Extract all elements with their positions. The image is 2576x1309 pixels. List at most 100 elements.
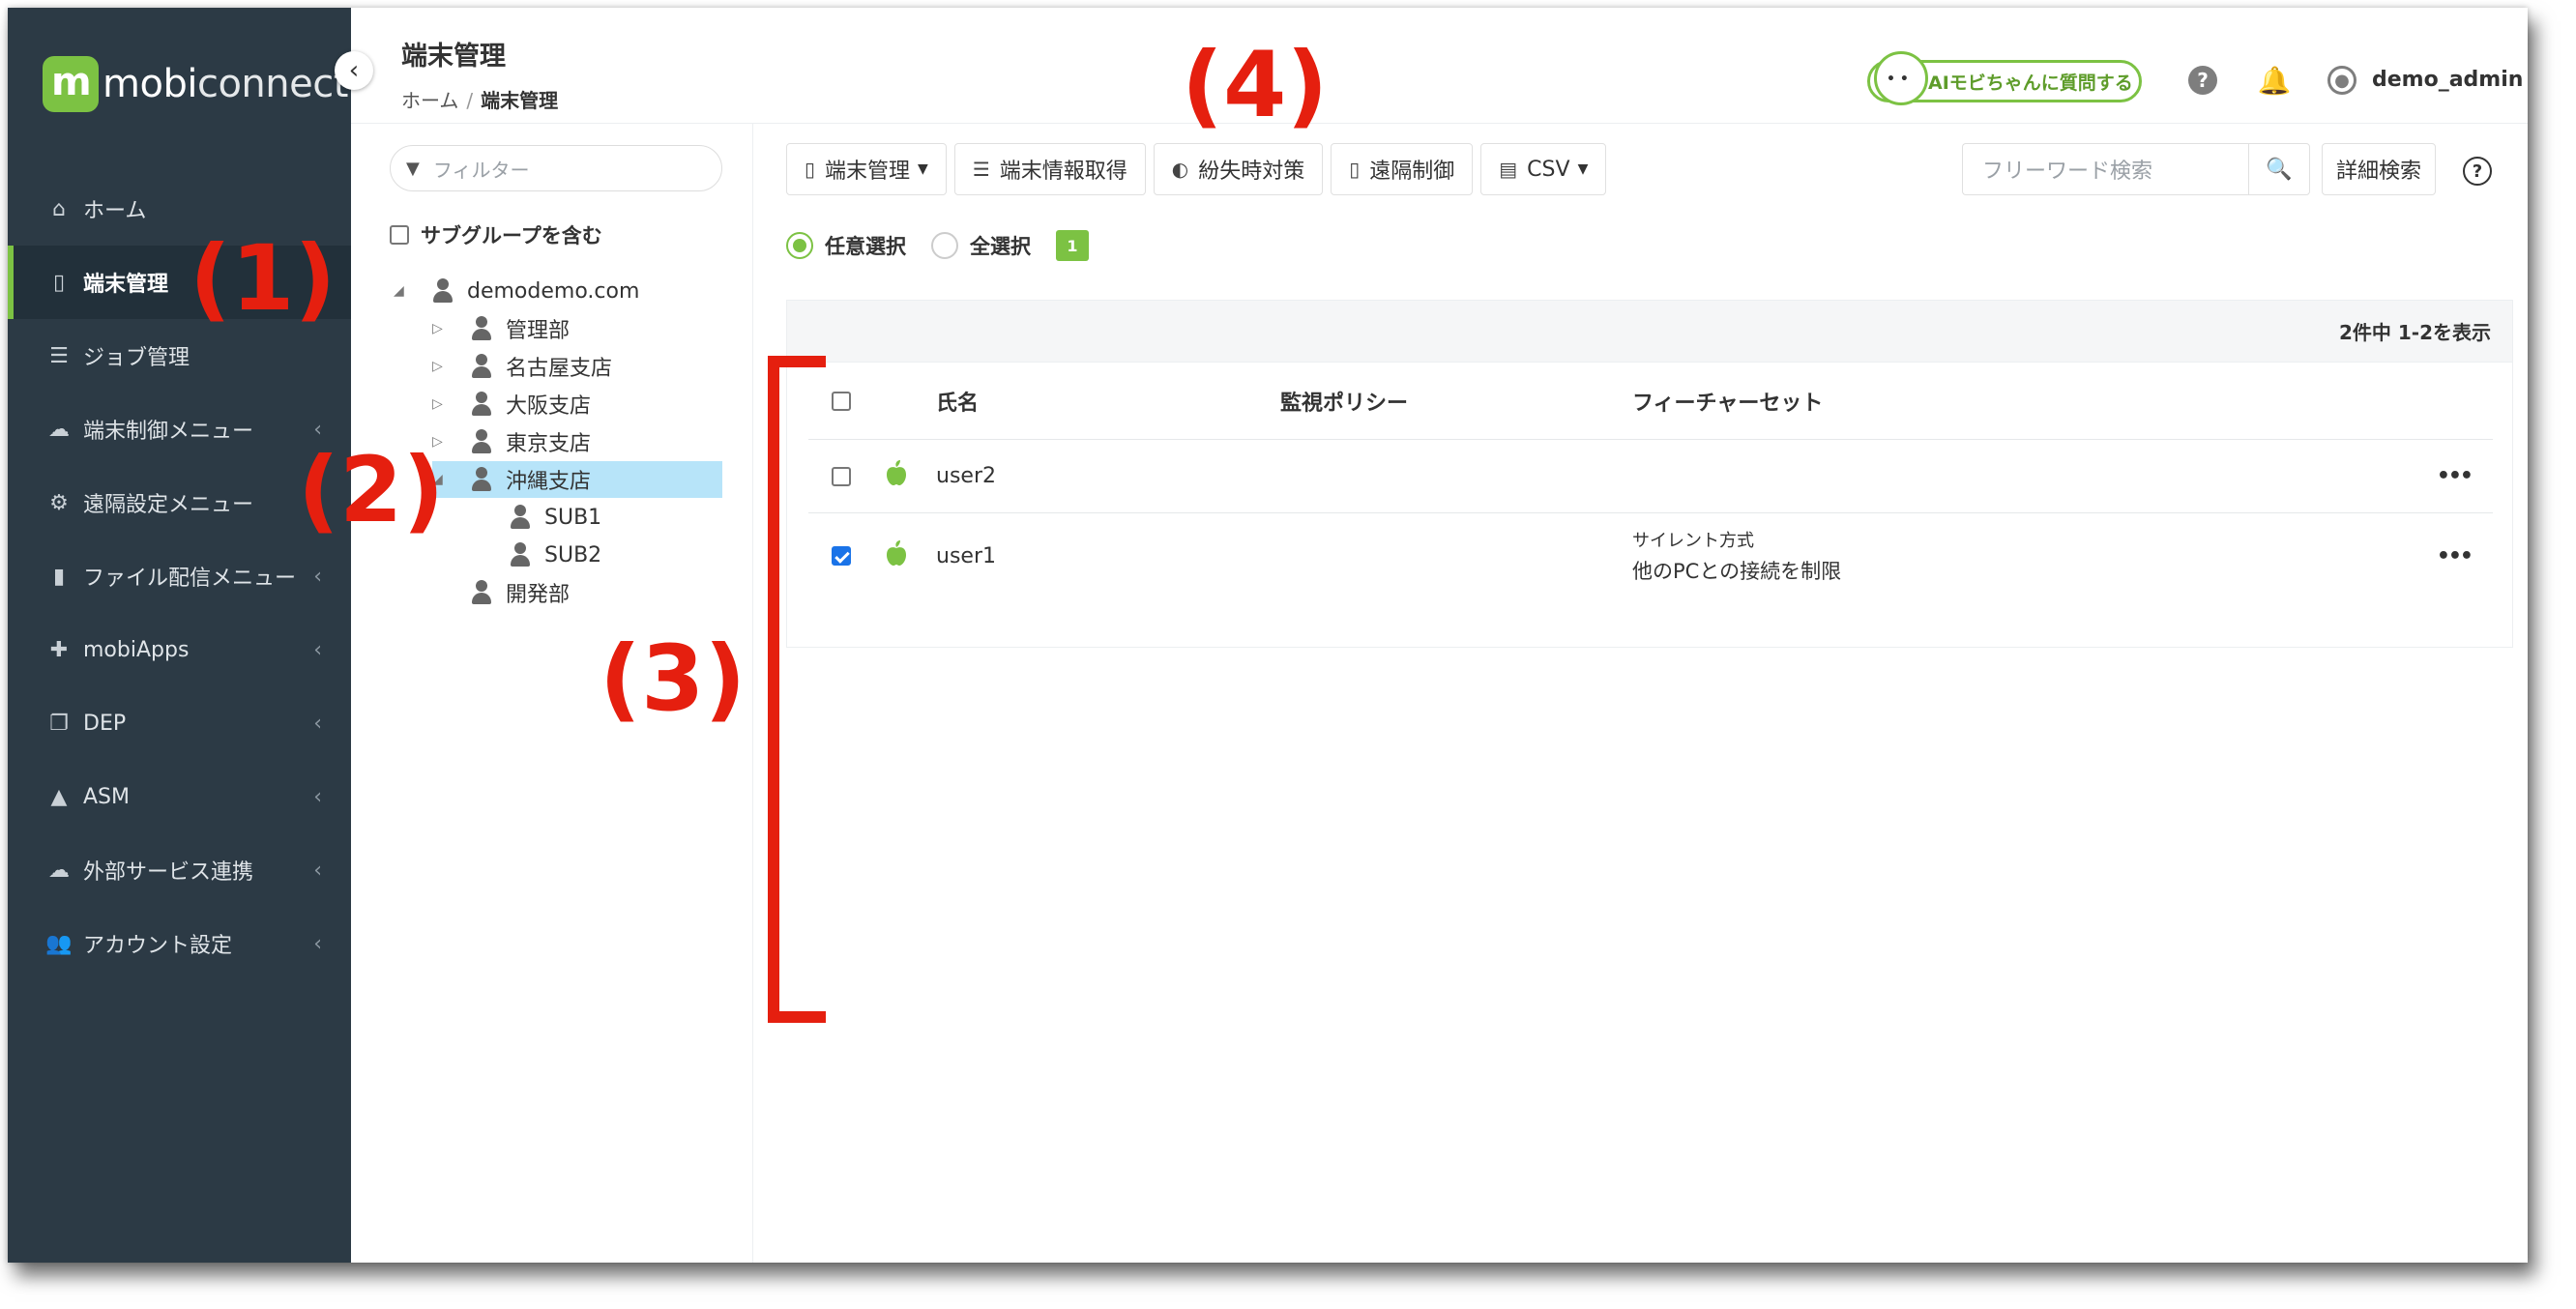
toolbar: ▯ 端末管理 ▼ ☰ 端末情報取得 ◐ 紛失時対策 ▯ 遠隔制御 ▤ CSV ▼ [786, 143, 1614, 195]
apple-icon [886, 539, 907, 572]
mobile-icon: ▯ [1349, 158, 1361, 181]
home-icon: ⌂ [52, 196, 66, 221]
tree-node[interactable]: SUB1 [471, 499, 601, 536]
tree-node-label: 開発部 [506, 583, 571, 607]
sidebar-item-label: ジョブ管理 [83, 346, 190, 370]
cloud-icon: ☁ [48, 858, 70, 883]
tree-node[interactable]: 開発部 [432, 574, 570, 611]
search-icon: 🔍 [2266, 157, 2293, 182]
column-header-feature-set[interactable]: フィーチャーセット [1632, 386, 1823, 417]
sidebar-item-dep[interactable]: ❐ DEP ‹ [8, 686, 351, 760]
sidebar-collapse-button[interactable]: ‹ [335, 51, 373, 90]
tree-node-label: SUB1 [544, 505, 602, 530]
sidebar-item-asm[interactable]: ▲ ASM ‹ [8, 760, 351, 833]
table-row[interactable]: user1 サイレント方式 他のPCとの接続を制限 ••• [808, 513, 2493, 598]
ai-assistant-label: AIモビちゃんに質問する [1928, 72, 2133, 94]
device-management-dropdown[interactable]: ▯ 端末管理 ▼ [786, 143, 947, 195]
person-icon [432, 278, 454, 304]
select-all-radio[interactable] [931, 232, 958, 259]
freeword-search-input[interactable]: フリーワード検索 [1962, 143, 2248, 195]
button-label: CSV [1527, 157, 1570, 182]
selection-mode: 任意選択 全選択 1 [786, 230, 1089, 261]
app-window: mobiconnect ⌂ ホーム ▯ 端末管理 ☰ ジョブ管理 ☁ 端末制御メ… [8, 8, 2528, 1263]
sidebar-item-file-distribution-menu[interactable]: ▮ ファイル配信メニュー ‹ [8, 539, 351, 613]
list-summary: 2件中 1-2を表示 [787, 301, 2512, 363]
chevron-left-icon: ‹ [313, 637, 322, 662]
arbitrary-select-radio[interactable] [786, 232, 813, 259]
checkbox[interactable] [390, 225, 409, 245]
device-list-panel: 2件中 1-2を表示 氏名 監視ポリシー フィーチャーセット user2 ••• [786, 300, 2513, 648]
tree-node[interactable]: ▷ 大阪支店 [432, 386, 591, 422]
sidebar-item-external-services[interactable]: ☁ 外部サービス連携 ‹ [8, 833, 351, 907]
get-device-info-button[interactable]: ☰ 端末情報取得 [953, 143, 1146, 195]
include-subgroups-checkbox[interactable]: サブグループを含む [390, 220, 602, 249]
device-user-name[interactable]: user2 [936, 464, 996, 488]
device-user-name[interactable]: user1 [936, 544, 996, 568]
server-icon: ☰ [49, 343, 69, 368]
tree-node[interactable]: ▷ 名古屋支店 [432, 348, 612, 385]
tree-node[interactable]: ▷ 東京支店 [432, 423, 591, 460]
breadcrumb-separator: / [466, 89, 474, 112]
tree-collapsed-icon[interactable]: ▷ [432, 359, 450, 374]
csv-dropdown[interactable]: ▤ CSV ▼ [1480, 143, 1607, 195]
annotation-2: (2) [298, 438, 445, 543]
sidebar-item-mobiapps[interactable]: ✚ mobiApps ‹ [8, 613, 351, 686]
main-content: ▯ 端末管理 ▼ ☰ 端末情報取得 ◐ 紛失時対策 ▯ 遠隔制御 ▤ CSV ▼ [753, 124, 2528, 1263]
column-header-name[interactable]: 氏名 [936, 386, 979, 417]
advanced-search-button[interactable]: 詳細検索 [2322, 143, 2436, 195]
header: 端末管理 ホーム / 端末管理 AIモビちゃんに質問する ? 🔔 ● demo_ad… [351, 8, 2528, 124]
tree-node[interactable]: SUB2 [471, 537, 601, 573]
sidebar-item-label: DEP [83, 711, 127, 736]
table-header-row: 氏名 監視ポリシー フィーチャーセット [808, 363, 2493, 440]
sidebar-item-account-settings[interactable]: 👥 アカウント設定 ‹ [8, 907, 351, 980]
select-all-checkbox[interactable] [832, 391, 851, 411]
person-icon [471, 392, 492, 417]
mobile-icon: ▯ [805, 158, 816, 181]
button-label: 紛失時対策 [1198, 160, 1305, 184]
csv-file-icon: ▤ [1499, 158, 1518, 181]
search-button[interactable]: 🔍 [2248, 143, 2310, 195]
mascot-icon [1874, 51, 1928, 105]
annotation-1: (1) [190, 226, 337, 332]
breadcrumb-home-link[interactable]: ホーム [401, 89, 458, 112]
tree-node-selected[interactable]: ◢ 沖縄支店 [432, 461, 722, 498]
help-icon[interactable]: ? [2188, 66, 2217, 95]
help-icon[interactable]: ? [2463, 157, 2492, 186]
tree-expanded-icon[interactable]: ◢ [394, 283, 411, 299]
loss-measures-button[interactable]: ◐ 紛失時対策 [1153, 143, 1324, 195]
shield-icon: ◐ [1171, 158, 1189, 181]
remote-control-button[interactable]: ▯ 遠隔制御 [1331, 143, 1474, 195]
tree-node[interactable]: ▷ 管理部 [432, 310, 570, 347]
column-header-policy[interactable]: 監視ポリシー [1280, 386, 1408, 417]
tree-node-label: 大阪支店 [506, 394, 592, 419]
apple-icon [886, 460, 907, 492]
cloud-icon: ☁ [48, 417, 70, 442]
logo[interactable]: mobiconnect [43, 56, 348, 112]
sidebar-item-label: mobiApps [83, 637, 190, 662]
bell-icon[interactable]: 🔔 [2258, 65, 2292, 97]
sidebar-item-label: アカウント設定 [83, 934, 233, 958]
tree-collapsed-icon[interactable]: ▷ [432, 396, 450, 412]
row-menu-icon[interactable]: ••• [2437, 464, 2474, 488]
tree-filter-input[interactable]: ▼ フィルター [390, 145, 722, 191]
tree-node-label: 管理部 [506, 319, 571, 343]
table-row[interactable]: user2 ••• [808, 440, 2493, 513]
row-checkbox[interactable] [832, 546, 851, 566]
tree-node-label: demodemo.com [467, 278, 640, 304]
tree-node-root[interactable]: ◢ demodemo.com [394, 273, 639, 309]
breadcrumb-current: 端末管理 [481, 89, 559, 112]
tree-node-label: 名古屋支店 [506, 357, 613, 381]
arbitrary-select-label: 任意選択 [825, 235, 906, 258]
chevron-left-icon: ‹ [313, 858, 322, 883]
row-menu-icon[interactable]: ••• [2437, 544, 2474, 568]
username[interactable]: demo_admin [2372, 68, 2523, 92]
feature-set-mode: サイレント方式 [1632, 531, 1754, 551]
row-checkbox[interactable] [832, 466, 851, 486]
button-label: 遠隔制御 [1369, 160, 1455, 184]
puzzle-icon: ✚ [49, 637, 69, 662]
tree-collapsed-icon[interactable]: ▷ [432, 321, 450, 336]
database-icon: ☰ [972, 158, 990, 181]
mobile-icon: ▯ [52, 270, 66, 295]
user-avatar-icon[interactable]: ● [2327, 66, 2356, 95]
ai-assistant-button[interactable]: AIモビちゃんに質問する [1867, 51, 2142, 105]
